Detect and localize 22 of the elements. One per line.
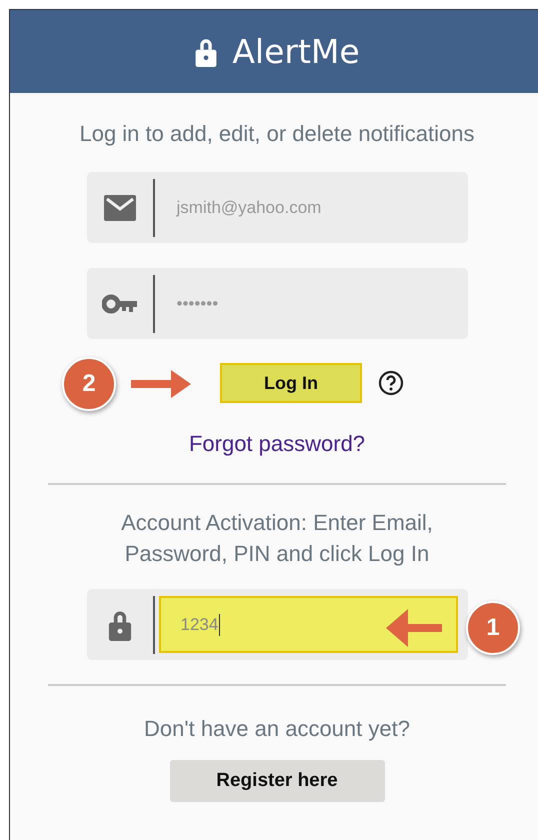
arrow-right-icon <box>131 369 191 399</box>
key-icon <box>102 294 138 314</box>
help-icon[interactable] <box>378 370 404 396</box>
email-field[interactable]: jsmith@yahoo.com <box>86 172 468 243</box>
padlock-icon <box>106 608 132 640</box>
register-button[interactable]: Register here <box>170 760 384 802</box>
padlock-icon <box>194 36 218 66</box>
pin-field[interactable]: 1234 <box>86 589 468 660</box>
pin-input[interactable]: 1234 <box>158 596 458 653</box>
pin-value: 1234 <box>180 614 218 634</box>
envelope-icon <box>104 194 136 220</box>
step-badge: 1 <box>466 601 520 655</box>
arrow-left-icon <box>386 608 442 648</box>
app-title: AlertMe <box>232 32 360 71</box>
login-instructions: Log in to add, edit, or delete notifications <box>79 121 475 147</box>
log-in-button[interactable]: Log In <box>220 363 362 403</box>
register-prompt: Don't have an account yet? <box>144 716 410 742</box>
activation-instructions: Account Activation: Enter Email, Password, PIN and click Log In <box>120 509 434 568</box>
password-field[interactable]: ••••••• <box>86 268 468 339</box>
text-cursor <box>219 614 220 636</box>
forgot-password-link[interactable]: Forgot password? <box>188 431 366 457</box>
step-badge: 2 <box>62 357 116 411</box>
